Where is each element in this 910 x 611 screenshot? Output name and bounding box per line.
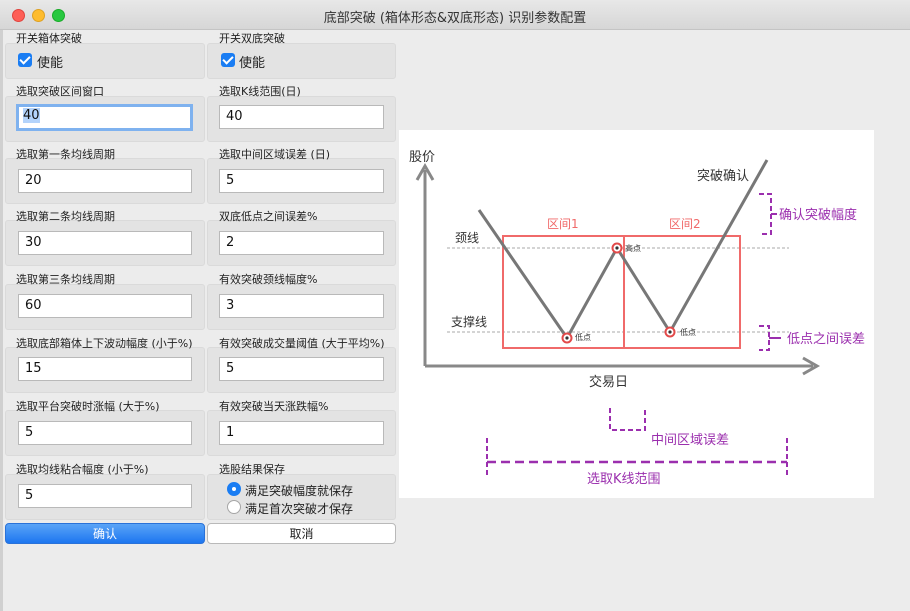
vol-threshold-label: 有效突破成交量阈值 (大于平均%) <box>219 337 385 350</box>
window-title: 底部突破 (箱体形态&双底形态) 识别参数配置 <box>323 11 587 26</box>
mid-error-label: 选取中间区域误差 (日) <box>219 148 331 161</box>
window-range-value: 40 <box>23 108 40 123</box>
save-on-amplitude-radio[interactable] <box>227 482 241 496</box>
k-range-input[interactable]: 40 <box>219 105 384 129</box>
config-window: 底部突破 (箱体形态&双底形态) 识别参数配置 开关箱体突破 使能 选取突破区间… <box>0 0 910 611</box>
double-toggle-panel <box>207 43 396 79</box>
double-enable-label[interactable]: 使能 <box>239 52 265 71</box>
low-point-1-dot <box>565 336 569 340</box>
ma1-input[interactable]: 20 <box>18 169 192 193</box>
double-toggle-label: 开关双底突破 <box>219 32 285 45</box>
box-fluct-label: 选取底部箱体上下波动幅度 (小于%) <box>16 337 193 350</box>
zone1-label: 区间1 <box>547 217 579 231</box>
day-change-label: 有效突破当天涨跌幅% <box>219 400 329 413</box>
k-range-label: 选取K线范围(日) <box>219 85 301 98</box>
platform-rise-input[interactable]: 5 <box>18 421 192 445</box>
confirm-amp-bracket <box>759 193 772 235</box>
low-error-input[interactable]: 2 <box>219 231 384 255</box>
low-error-label: 低点之间误差 <box>787 332 865 347</box>
neckline-label: 颈线 <box>455 231 479 245</box>
low-point-2-label: 低点 <box>680 327 696 337</box>
box-enable-label[interactable]: 使能 <box>37 52 63 71</box>
vol-threshold-input[interactable]: 5 <box>219 357 384 381</box>
save-mode-label: 选股结果保存 <box>219 463 285 476</box>
platform-rise-label: 选取平台突破时涨幅 (大于%) <box>16 400 160 413</box>
low-point-1-label: 低点 <box>575 332 591 342</box>
confirm-button[interactable]: 确认 <box>5 523 205 544</box>
box-toggle-label: 开关箱体突破 <box>16 32 82 45</box>
ma2-input[interactable]: 30 <box>18 231 192 255</box>
title-bar[interactable]: 底部突破 (箱体形态&双底形态) 识别参数配置 <box>0 0 910 30</box>
window-range-label: 选取突破区间窗口 <box>16 85 104 98</box>
pattern-diagram: 股价 交易日 颈线 支撑线 区间1 区间2 低点 高点 低点 突破确认 确认突破… <box>399 130 874 498</box>
low-error-bracket <box>759 325 770 351</box>
window-left-edge <box>0 30 3 611</box>
high-point-dot <box>615 246 619 250</box>
ma-bond-input[interactable]: 5 <box>18 484 192 508</box>
ma3-input[interactable]: 60 <box>18 294 192 318</box>
window-range-input[interactable]: 40 <box>16 104 193 131</box>
day-change-input[interactable]: 1 <box>219 421 384 445</box>
ma1-label: 选取第一条均线周期 <box>16 148 115 161</box>
box-toggle-panel <box>5 43 205 79</box>
double-enable-checkbox[interactable] <box>221 53 235 67</box>
x-axis-label: 交易日 <box>589 374 628 390</box>
box-enable-checkbox[interactable] <box>18 53 32 67</box>
ma-bond-label: 选取均线粘合幅度 (小于%) <box>16 463 149 476</box>
support-label: 支撑线 <box>451 314 487 329</box>
ma3-label: 选取第三条均线周期 <box>16 273 115 286</box>
zone2-label: 区间2 <box>669 217 701 231</box>
breakout-label: 突破确认 <box>697 168 749 184</box>
confirm-amp-label: 确认突破幅度 <box>779 207 857 223</box>
cancel-button[interactable]: 取消 <box>207 523 396 544</box>
pattern-diagram-svg: 股价 交易日 颈线 支撑线 区间1 区间2 低点 高点 低点 突破确认 确认突破… <box>409 150 865 487</box>
y-axis-label: 股价 <box>409 150 435 165</box>
low-error-label: 双底低点之间误差% <box>219 210 318 223</box>
neck-break-label: 有效突破颈线幅度% <box>219 273 318 286</box>
mid-error-label: 中间区域误差 <box>651 433 729 448</box>
neck-break-input[interactable]: 3 <box>219 294 384 318</box>
low-point-2-dot <box>668 330 672 334</box>
k-range-label: 选取K线范围 <box>587 472 661 487</box>
box-fluct-input[interactable]: 15 <box>18 357 192 381</box>
mid-error-bracket <box>609 408 646 431</box>
ma2-label: 选取第二条均线周期 <box>16 210 115 223</box>
save-on-first-label[interactable]: 满足首次突破才保存 <box>245 500 353 517</box>
mid-error-input[interactable]: 5 <box>219 169 384 193</box>
high-point-label: 高点 <box>625 243 641 253</box>
save-on-amplitude-label[interactable]: 满足突破幅度就保存 <box>245 482 353 499</box>
save-on-first-radio[interactable] <box>227 500 241 514</box>
